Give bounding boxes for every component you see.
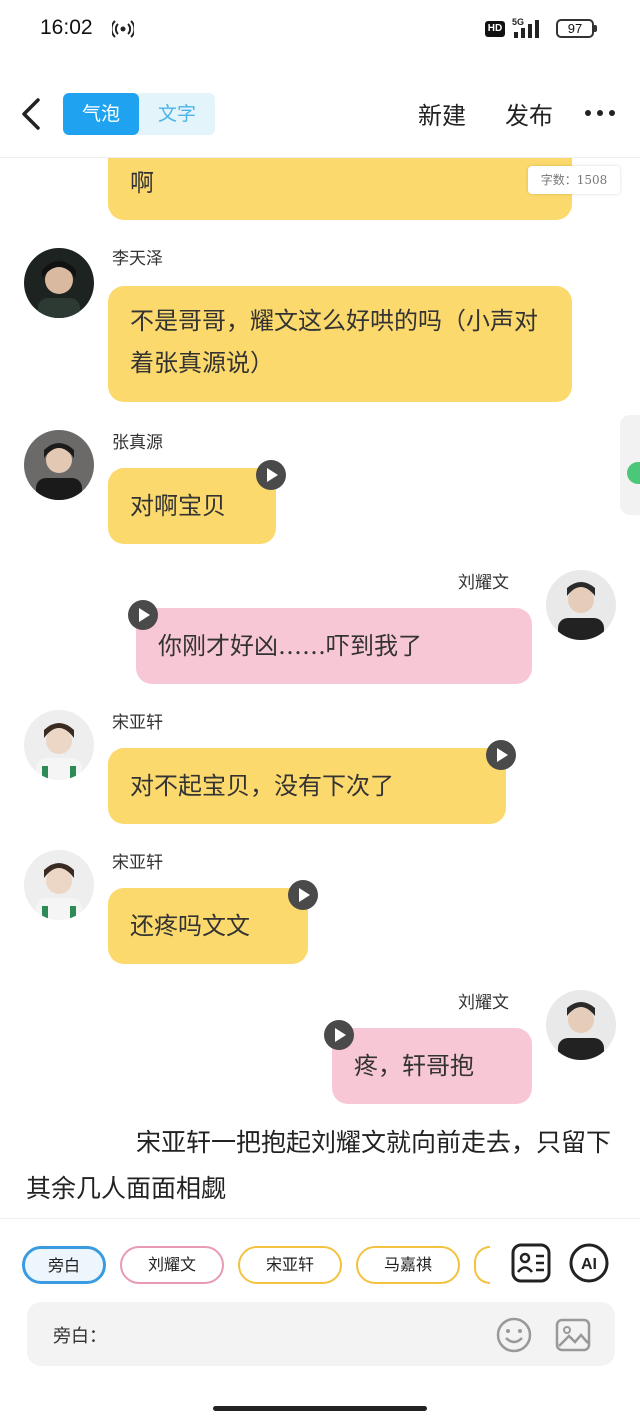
chip-character[interactable]: 宋亚轩: [238, 1246, 342, 1284]
chip-narrator[interactable]: 旁白: [22, 1246, 106, 1284]
message-bubble[interactable]: 对不起宝贝，没有下次了: [108, 748, 506, 824]
emoji-icon[interactable]: [495, 1316, 533, 1354]
play-voice-icon[interactable]: [486, 740, 516, 770]
new-button[interactable]: 新建: [418, 96, 466, 131]
play-voice-icon[interactable]: [256, 460, 286, 490]
speaker-name: 李天泽: [112, 249, 163, 269]
message-text: 你刚才好凶……吓到我了: [158, 632, 422, 660]
avatar[interactable]: [24, 430, 94, 500]
avatar[interactable]: [546, 990, 616, 1060]
back-arrow-icon[interactable]: [18, 94, 46, 134]
character-list-icon[interactable]: [510, 1242, 552, 1284]
message-bubble[interactable]: 对啊宝贝: [108, 468, 276, 544]
avatar[interactable]: [24, 710, 94, 780]
bottom-panel: 旁白 刘耀文 宋亚轩 马嘉祺 AI 旁白：: [0, 1218, 640, 1422]
more-icon[interactable]: [585, 110, 615, 118]
image-icon[interactable]: [554, 1316, 592, 1354]
message-bubble[interactable]: 你刚才好凶……吓到我了: [136, 608, 532, 684]
signal-icon: 5G: [512, 17, 539, 38]
status-time: 16:02: [40, 16, 93, 39]
editor-header: 气泡 文字 新建 发布: [0, 66, 640, 158]
network-label: 5G: [512, 17, 524, 27]
play-voice-icon[interactable]: [128, 600, 158, 630]
speaker-name: 宋亚轩: [112, 713, 163, 733]
message-text: 对不起宝贝，没有下次了: [130, 772, 394, 800]
chip-character[interactable]: 马嘉祺: [356, 1246, 460, 1284]
avatar[interactable]: [24, 248, 94, 318]
play-voice-icon[interactable]: [288, 880, 318, 910]
publish-button[interactable]: 发布: [505, 96, 553, 131]
ai-label: AI: [581, 1256, 597, 1273]
speaker-name: 张真源: [112, 433, 163, 453]
hd-badge: HD: [485, 21, 505, 37]
battery-indicator: 97: [556, 19, 597, 38]
message-bubble[interactable]: 啊: [108, 158, 572, 220]
message-text: 疼，轩哥抱: [354, 1052, 474, 1080]
home-indicator[interactable]: [213, 1406, 427, 1411]
message-bubble[interactable]: 不是哥哥，耀文这么好哄的吗（小声对着张真源说）: [108, 286, 572, 402]
tab-bubble[interactable]: 气泡: [63, 93, 139, 135]
word-count-badge: 字数：1508: [528, 166, 620, 194]
message-bubble[interactable]: 还疼吗文文: [108, 888, 308, 964]
message-text: 对啊宝贝: [130, 492, 226, 520]
chat-area[interactable]: 啊 字数：1508 李天泽 不是哥哥，耀文这么好哄的吗（小声对着张真源说） 张真…: [0, 158, 640, 1218]
speaker-name: 宋亚轩: [112, 853, 163, 873]
message-text: 还疼吗文文: [130, 912, 250, 940]
message-input[interactable]: [115, 1318, 495, 1350]
narration-text[interactable]: 宋亚轩一把抱起刘耀文就向前走去，只留下其余几人面面相觑: [26, 1120, 616, 1212]
avatar[interactable]: [546, 570, 616, 640]
ai-button[interactable]: AI: [568, 1242, 610, 1284]
input-speaker-label: 旁白：: [53, 1326, 107, 1347]
hotspot-icon: [112, 20, 134, 38]
input-box: 旁白：: [27, 1302, 615, 1366]
play-voice-icon[interactable]: [324, 1020, 354, 1050]
chip-character-partial[interactable]: [474, 1246, 490, 1284]
status-bar: 16:02 HD 5G 97: [0, 0, 640, 60]
speaker-name: 刘耀文: [458, 993, 509, 1013]
speaker-name: 刘耀文: [458, 573, 509, 593]
avatar[interactable]: [24, 850, 94, 920]
message-text: 啊: [130, 169, 154, 197]
chip-character[interactable]: 刘耀文: [120, 1246, 224, 1284]
message-bubble[interactable]: 疼，轩哥抱: [332, 1028, 532, 1104]
message-text: 不是哥哥，耀文这么好哄的吗（小声对着张真源说）: [130, 307, 538, 377]
mode-toggle: 气泡 文字: [63, 93, 215, 135]
tab-text[interactable]: 文字: [139, 93, 215, 135]
